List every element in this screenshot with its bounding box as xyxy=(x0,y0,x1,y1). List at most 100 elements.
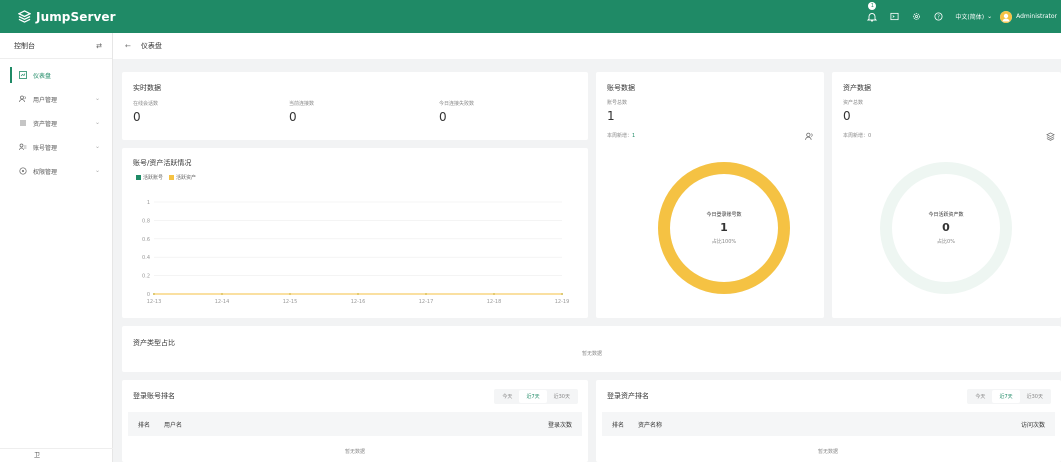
card-title: 登录资产排名 xyxy=(607,392,649,400)
data-point xyxy=(425,293,427,295)
donut-ratio: 占比0% xyxy=(937,239,955,245)
y-tick-label: 0.2 xyxy=(142,274,150,280)
notification-badge: 1 xyxy=(868,1,877,10)
chevron-down-icon: ⌄ xyxy=(94,143,100,150)
settings-gear-icon[interactable] xyxy=(909,10,923,24)
stat-label: 当前连接数 xyxy=(289,101,315,107)
data-point xyxy=(561,293,563,295)
notification-bell-icon[interactable]: 1 xyxy=(865,1,879,24)
range-tabs: 今天 近7天 近30天 xyxy=(967,389,1051,404)
y-tick-label: 0.6 xyxy=(142,237,150,243)
help-icon[interactable]: ? xyxy=(931,10,945,24)
column-login-count: 登录次数 xyxy=(547,421,572,429)
donut-value: 1 xyxy=(720,221,728,234)
column-rank: 排名 xyxy=(138,421,151,429)
x-tick-label: 12-16 xyxy=(351,299,366,305)
account-donut xyxy=(658,162,790,294)
chevron-down-icon: ⌄ xyxy=(94,95,100,102)
terminal-icon[interactable] xyxy=(887,10,901,24)
sidebar-item-label: 账号管理 xyxy=(33,144,58,152)
column-visit-count: 访问次数 xyxy=(1020,421,1045,429)
card-title: 资产类型占比 xyxy=(133,339,175,347)
jumpserver-logo-icon xyxy=(18,10,31,23)
svg-text:?: ? xyxy=(937,14,940,20)
realtime-card: 实时数据 在线会话数 0 当前连接数 0 今日连接失败数 0 xyxy=(122,72,588,140)
assets-icon xyxy=(18,119,27,128)
tab-7-days[interactable]: 近7天 xyxy=(992,390,1020,403)
stat-value: 0 xyxy=(439,110,447,124)
sidebar-item-assets[interactable]: 资产管理 ⌄ xyxy=(0,111,112,135)
x-tick-label: 12-15 xyxy=(283,299,298,305)
range-tabs: 今天 近7天 近30天 xyxy=(494,389,578,404)
table-header: 排名 资产名称 访问次数 xyxy=(602,412,1055,436)
stat-current-connections: 当前连接数 0 xyxy=(289,100,314,124)
data-point xyxy=(289,293,291,295)
accounts-icon xyxy=(18,143,27,152)
stat-label: 在线会话数 xyxy=(133,101,159,107)
back-arrow-icon[interactable]: ← xyxy=(125,42,131,50)
sidebar-item-users[interactable]: 用户管理 ⌄ xyxy=(0,87,112,111)
tab-30-days[interactable]: 近30天 xyxy=(1020,390,1050,403)
sidebar-item-accounts[interactable]: 账号管理 ⌄ xyxy=(0,135,112,159)
column-rank: 排名 xyxy=(612,421,625,429)
y-tick-label: 1 xyxy=(147,200,150,206)
tab-today[interactable]: 今天 xyxy=(495,390,519,403)
card-title: 登录账号排名 xyxy=(133,392,175,400)
asset-donut xyxy=(880,162,1012,294)
switch-view-icon[interactable]: ⇄ xyxy=(96,42,102,50)
avatar[interactable] xyxy=(1000,10,1013,23)
x-tick-label: 12-19 xyxy=(555,299,570,305)
donut-ratio: 占比100% xyxy=(711,239,737,245)
sidebar-item-label: 仪表盘 xyxy=(33,72,52,80)
asset-data-card: 资产数据 资产总数 0 本周新增：0 今日活跃资产数 0 占比0% xyxy=(832,72,1061,318)
sidebar-item-permissions[interactable]: 权限管理 ⌄ xyxy=(0,159,112,183)
tab-7-days[interactable]: 近7天 xyxy=(519,390,547,403)
stat-online-sessions: 在线会话数 0 xyxy=(133,100,158,124)
permissions-icon xyxy=(18,167,27,176)
username[interactable]: Administrator xyxy=(1016,13,1057,20)
sidebar: 控制台 ⇄ 仪表盘 用户管理 ⌄ 资产管理 ⌄ 账号管理 ⌄ 权限管理 ⌄ 卫 xyxy=(0,33,113,462)
y-tick-label: 0 xyxy=(147,292,150,298)
chevron-down-icon: ⌄ xyxy=(94,119,100,126)
empty-state: 暂无数据 xyxy=(581,351,602,357)
empty-state: 暂无数据 xyxy=(817,449,838,455)
data-point xyxy=(357,293,359,295)
data-point xyxy=(493,293,495,295)
data-point xyxy=(221,293,223,295)
y-tick-label: 0.4 xyxy=(142,255,150,261)
brand[interactable]: JumpServer xyxy=(18,10,116,24)
stat-value: 0 xyxy=(133,110,141,124)
stat-value: 0 xyxy=(289,110,297,124)
donut-value: 0 xyxy=(942,221,950,234)
login-account-ranking-card: 登录账号排名 今天 近7天 近30天 排名 用户名 登录次数 暂无数据 xyxy=(122,380,588,462)
sidebar-item-label: 用户管理 xyxy=(33,96,58,104)
sidebar-title: 控制台 xyxy=(14,41,35,50)
stat-label: 今日连接失败数 xyxy=(439,101,475,107)
language-selector[interactable]: 中文(简体) ⌄ xyxy=(955,12,992,21)
dashboard-icon xyxy=(18,71,27,80)
table-header: 排名 用户名 登录次数 xyxy=(128,412,582,436)
sidebar-item-label: 资产管理 xyxy=(33,120,58,128)
sidebar-item-dashboard[interactable]: 仪表盘 xyxy=(0,63,112,87)
column-asset-name: 资产名称 xyxy=(638,421,663,429)
donut-title: 今日登录账号数 xyxy=(706,212,742,218)
sidebar-item-label: 权限管理 xyxy=(33,168,58,176)
account-data-card: 账号数据 账号总数 1 本周新增：1 今日登录账号数 1 占比100% xyxy=(596,72,824,318)
x-tick-label: 12-18 xyxy=(487,299,502,305)
login-asset-ranking-card: 登录资产排名 今天 近7天 近30天 排名 资产名称 访问次数 暂无数据 xyxy=(596,380,1061,462)
breadcrumb: ← 仪表盘 xyxy=(113,33,1061,59)
tab-today[interactable]: 今天 xyxy=(968,390,992,403)
data-point xyxy=(153,293,155,295)
sidebar-collapse[interactable]: 卫 xyxy=(0,448,113,462)
x-tick-label: 12-17 xyxy=(419,299,434,305)
empty-state: 暂无数据 xyxy=(344,449,365,455)
card-title: 实时数据 xyxy=(133,84,161,92)
stat-failed-connections: 今日连接失败数 0 xyxy=(439,100,474,124)
activity-chart-card: 账号/资产活跃情况 活跃账号 活跃资产 0 0.2 0.4 0.6 0.8 1 12-13 1… xyxy=(122,148,588,318)
x-tick-label: 12-14 xyxy=(215,299,230,305)
users-icon xyxy=(18,95,27,104)
x-tick-label: 12-13 xyxy=(147,299,162,305)
tab-30-days[interactable]: 近30天 xyxy=(547,390,577,403)
column-username: 用户名 xyxy=(164,421,183,429)
asset-type-card: 资产类型占比 暂无数据 xyxy=(122,326,1061,372)
